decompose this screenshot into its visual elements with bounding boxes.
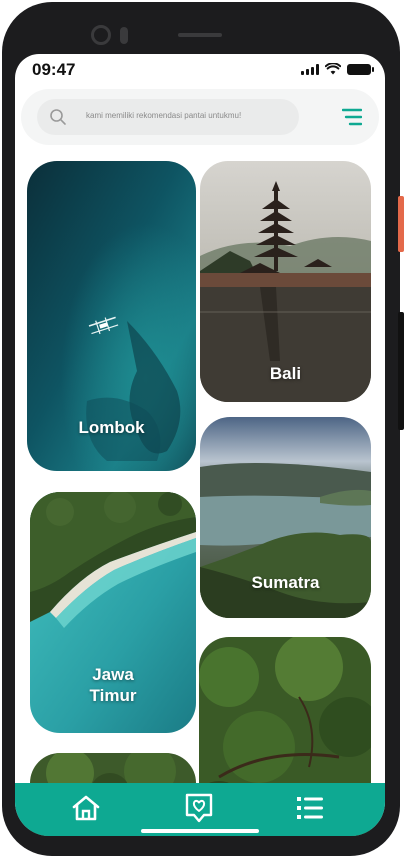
- search-icon: [50, 109, 66, 125]
- search-input[interactable]: kami memiliki rekomendasi pantai untukmu…: [37, 99, 299, 135]
- destination-label-line: Timur: [89, 686, 137, 705]
- destination-card-sumatra[interactable]: Sumatra: [200, 417, 371, 618]
- search-placeholder: kami memiliki rekomendasi pantai untukmu…: [86, 111, 242, 120]
- phone-side-button: [398, 196, 404, 252]
- destination-label-line: Jawa: [92, 665, 134, 684]
- list-icon[interactable]: [294, 792, 326, 824]
- status-icons: [301, 63, 374, 75]
- status-time: 09:47: [32, 60, 76, 79]
- destination-card-jawa-timur[interactable]: Jawa Timur: [30, 492, 196, 733]
- front-camera: [91, 25, 111, 45]
- search-header: kami memiliki rekomendasi pantai untukmu…: [21, 89, 379, 145]
- destination-card-bali[interactable]: Bali: [200, 161, 371, 402]
- home-indicator[interactable]: [141, 829, 259, 833]
- speaker-grille: [178, 33, 222, 37]
- destination-label: Bali: [269, 364, 302, 383]
- wifi-icon: [325, 63, 341, 75]
- destination-label: Jawa Timur: [30, 664, 196, 706]
- heart-chat-icon[interactable]: [183, 792, 215, 824]
- menu-icon[interactable]: [342, 108, 362, 126]
- camera-sensor: [120, 27, 128, 44]
- home-icon[interactable]: [70, 792, 102, 824]
- app-screen: 09:47 kami memiliki rekomendasi pantai u…: [15, 54, 385, 836]
- destination-label: Lombok: [78, 418, 145, 437]
- phone-side-button: [398, 312, 404, 430]
- destination-card-lombok[interactable]: Lombok: [27, 161, 196, 471]
- battery-icon: [347, 63, 374, 75]
- signal-icon: [301, 63, 319, 75]
- destination-label: Sumatra: [251, 573, 320, 592]
- phone-frame: 09:47 kami memiliki rekomendasi pantai u…: [0, 0, 404, 858]
